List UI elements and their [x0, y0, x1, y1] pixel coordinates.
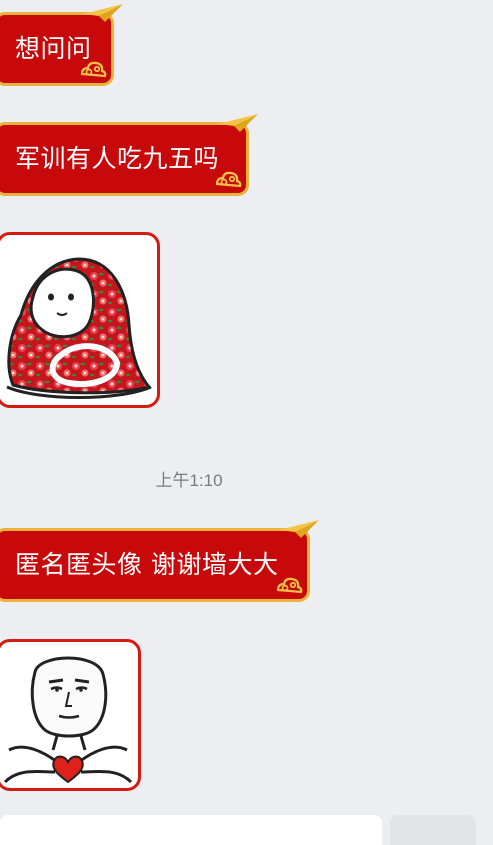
auspicious-cloud-icon	[276, 577, 303, 594]
message-text: 军训有人吃九五吗	[15, 144, 220, 173]
message-bubble[interactable]: 想问问	[0, 4, 123, 86]
sticker-message[interactable]	[0, 639, 141, 791]
message-bubble[interactable]: 匿名匿头像 谢谢墙大大	[0, 520, 319, 602]
message-bubble[interactable]: 军训有人吃九五吗	[0, 114, 258, 196]
next-message-preview	[0, 815, 382, 845]
heart-hands-sticker	[3, 656, 133, 784]
chat-message-list[interactable]: 想问问 军训有人吃九五吗 上午1:10 匿名匿头像 谢谢墙大大	[0, 0, 493, 845]
blanket-face-sticker	[6, 257, 152, 399]
next-message-preview-right	[390, 815, 476, 845]
auspicious-cloud-icon	[215, 171, 242, 188]
message-timestamp: 上午1:10	[155, 471, 223, 490]
paper-plane-icon	[279, 520, 319, 538]
paper-plane-icon	[83, 4, 123, 22]
sticker-message[interactable]	[0, 232, 160, 408]
auspicious-cloud-icon	[80, 61, 107, 78]
paper-plane-icon	[218, 114, 258, 132]
message-text: 匿名匿头像 谢谢墙大大	[15, 550, 279, 579]
